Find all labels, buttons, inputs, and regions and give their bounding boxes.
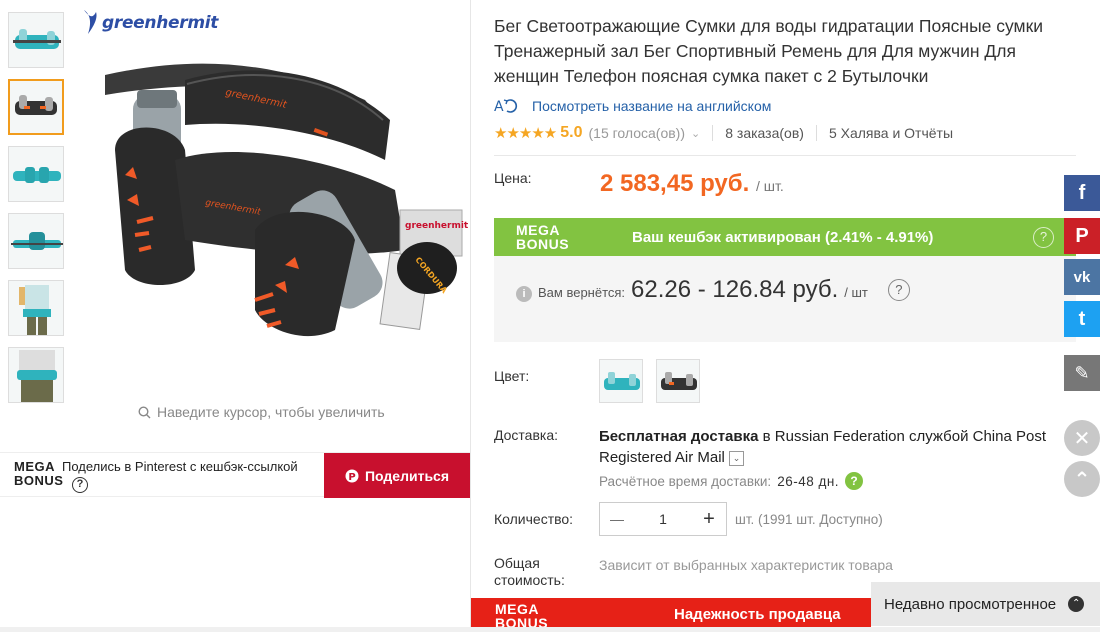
shipping-label: Доставка: <box>494 427 559 443</box>
price-unit: / шт. <box>755 178 784 194</box>
shipping-dropdown-icon[interactable]: ⌄ <box>729 450 745 466</box>
decrease-quantity-button[interactable]: — <box>608 511 626 527</box>
rating-stars: ★★★★★ <box>494 125 557 142</box>
column-divider <box>470 0 471 632</box>
facebook-share-icon[interactable]: f <box>1064 175 1100 211</box>
svg-text:P: P <box>348 472 355 483</box>
cashback-help-icon[interactable]: ? <box>1033 227 1054 248</box>
shipping-method: Бесплатная доставка в Russian Federation… <box>599 426 1079 468</box>
return-help-icon[interactable]: ? <box>887 279 910 301</box>
page-bottom-edge <box>0 627 1100 632</box>
color-label: Цвет: <box>494 368 530 384</box>
info-icon: i <box>516 286 532 302</box>
share-text: Поделись в Pinterest с кешбэк-ссылкой <box>62 459 298 474</box>
mega-logo-line1: MEGA <box>516 222 560 238</box>
pinterest-share-button[interactable]: P Поделиться <box>324 453 470 498</box>
thumbnail-model-waist[interactable] <box>8 347 64 403</box>
total-value: Зависит от выбранных характеристик товар… <box>599 557 893 573</box>
recently-viewed-button[interactable]: Недавно просмотренное ⌃ <box>871 582 1100 626</box>
mega-bonus-logo: MEGA BONUS <box>516 223 569 251</box>
recently-viewed-label: Недавно просмотренное <box>884 595 1057 613</box>
thumbnail-model-back[interactable] <box>8 280 64 336</box>
translate-link-text: Посмотреть название на английском <box>532 98 772 114</box>
cashback-status: Ваш кешбэк активирован (2.41% - 4.91%) <box>632 229 934 246</box>
mega-bonus-logo: MEGA BONUS <box>14 460 63 488</box>
return-label: Вам вернётся: <box>538 285 626 300</box>
product-main-image[interactable]: greenhermit greenhermit greenhermit CORD… <box>75 0 470 395</box>
svg-text:greenhermit: greenhermit <box>405 221 469 231</box>
price-label: Цена: <box>494 170 532 186</box>
delivery-time-value: 26-48 дн. <box>777 473 840 489</box>
votes-count[interactable]: (15 голоса(ов)) <box>589 125 686 141</box>
divider <box>712 125 714 141</box>
svg-text:A: A <box>494 99 504 115</box>
close-icon[interactable]: ✕ <box>1064 420 1100 456</box>
zoom-hint: Наведите курсор, чтобы увеличить <box>138 404 385 420</box>
color-option-black[interactable] <box>656 359 700 403</box>
price: 2 583,45 руб. / шт. <box>600 170 784 198</box>
zoom-hint-text: Наведите курсор, чтобы увеличить <box>157 404 385 420</box>
product-title: Бег Светоотражающие Сумки для воды гидра… <box>494 16 1044 86</box>
price-value: 2 583,45 руб. <box>600 170 750 197</box>
mega-logo-line1: MEGA <box>14 459 55 474</box>
share-help-icon[interactable]: ? <box>72 477 88 493</box>
orders-count: 8 заказа(ов) <box>725 125 804 141</box>
share-bar: MEGA BONUS Поделись в Pinterest с кешбэк… <box>0 452 470 498</box>
rating-value: 5.0 <box>560 124 583 141</box>
cashback-bar: MEGA BONUS Ваш кешбэк активирован (2.41%… <box>494 218 1076 256</box>
thumbnail-black-belt[interactable] <box>8 79 64 135</box>
thumbnail-teal-side[interactable] <box>8 213 64 269</box>
share-button-label: Поделиться <box>364 467 450 484</box>
quantity-stepper: — 1 + <box>599 502 727 536</box>
mega-logo-line2: BONUS <box>516 236 570 252</box>
reviews-link[interactable]: 5 Халява и Отчёты <box>829 125 953 141</box>
return-unit: / шт <box>844 285 868 300</box>
thumbnail-list <box>8 12 66 414</box>
magnifier-icon <box>138 405 151 418</box>
seller-reliability-text: Надежность продавца <box>674 606 841 623</box>
mega-bonus-panel: MEGA BONUS Ваш кешбэк активирован (2.41%… <box>494 218 1076 342</box>
edit-icon[interactable]: ✎ <box>1064 355 1100 391</box>
pinterest-icon: P <box>345 469 359 483</box>
translate-icon: A <box>494 99 518 115</box>
pinterest-share-icon[interactable]: P <box>1064 218 1100 254</box>
return-value: 62.26 - 126.84 руб. <box>631 276 839 303</box>
total-label-line2: стоимость: <box>494 572 565 588</box>
free-shipping-text: Бесплатная доставка <box>599 428 759 445</box>
delivery-time: Расчётное время доставки: 26-48 дн. ? <box>599 472 864 490</box>
quantity-input[interactable]: 1 <box>659 511 667 527</box>
quantity-available: шт. (1991 шт. Доступно) <box>735 512 883 527</box>
delivery-help-icon[interactable]: ? <box>845 472 864 490</box>
total-label-line1: Общая <box>494 555 540 571</box>
quantity-label: Количество: <box>494 511 574 527</box>
thumbnail-teal-front[interactable] <box>8 146 64 202</box>
section-divider <box>494 155 1076 156</box>
color-option-teal[interactable] <box>599 359 643 403</box>
thumbnail-teal-belt[interactable] <box>8 12 64 68</box>
cashback-return: i Вам вернётся: 62.26 - 126.84 руб. / шт… <box>516 276 910 304</box>
mega-logo-line2: BONUS <box>14 473 64 488</box>
mega-bonus-logo: MEGA BONUS <box>495 602 548 630</box>
increase-quantity-button[interactable]: + <box>700 508 718 531</box>
chevron-up-icon: ⌃ <box>1068 596 1085 612</box>
mega-logo-line1: MEGA <box>495 601 539 617</box>
total-label: Общая стоимость: <box>494 555 565 589</box>
twitter-share-icon[interactable]: t <box>1064 301 1100 337</box>
delivery-time-label: Расчётное время доставки: <box>599 473 772 489</box>
vk-share-icon[interactable]: vk <box>1064 259 1100 295</box>
rating-row: ★★★★★ 5.0 (15 голоса(ов)) ⌄ 8 заказа(ов)… <box>494 124 953 142</box>
divider <box>815 125 817 141</box>
chevron-down-icon[interactable]: ⌄ <box>691 127 700 140</box>
scroll-top-icon[interactable]: ⌃ <box>1064 461 1100 497</box>
translate-link[interactable]: A Посмотреть название на английском <box>494 97 771 115</box>
